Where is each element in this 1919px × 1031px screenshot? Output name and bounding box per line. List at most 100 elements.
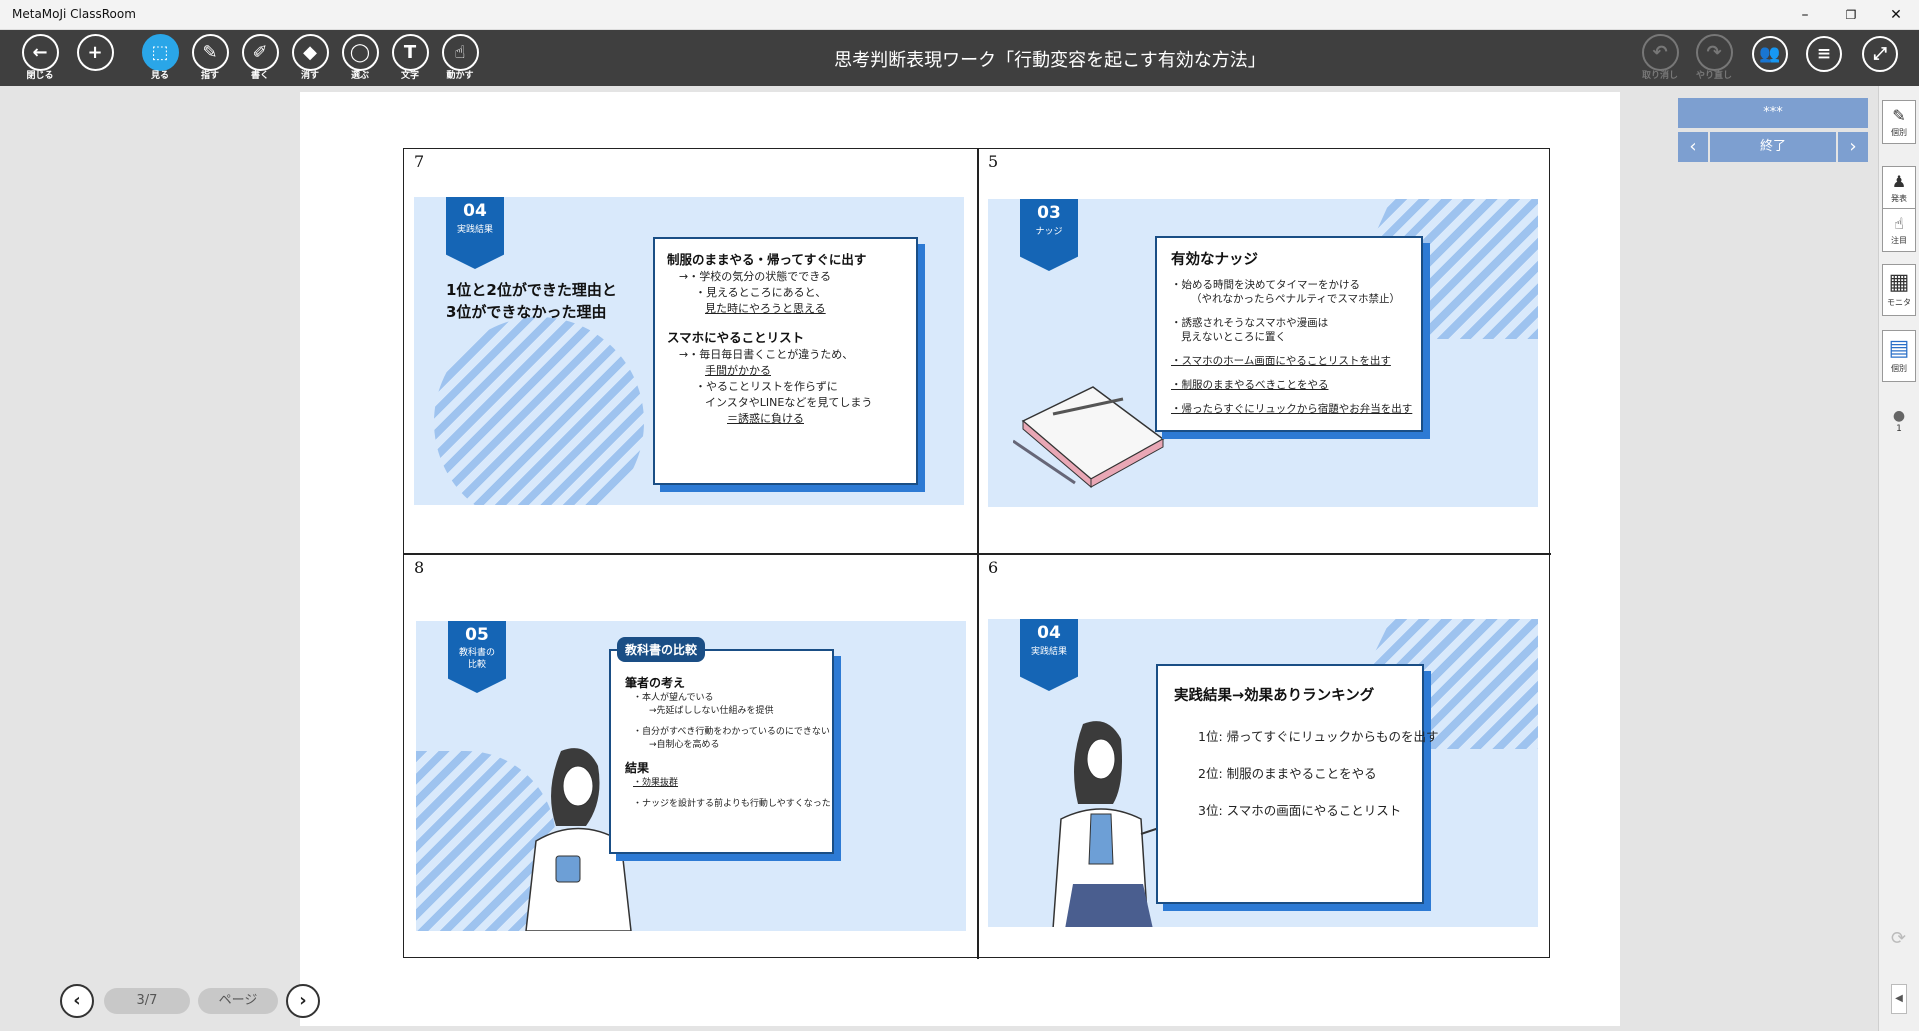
hand-icon: ☝ <box>1894 214 1904 233</box>
title-bar: MetaMoJi ClassRoom – ❐ ✕ <box>0 0 1919 30</box>
card-line: ・見えるところにあると、 <box>695 286 827 299</box>
point-tool-button[interactable]: ✎ 指す <box>186 34 234 82</box>
slide-cell-7[interactable]: 7 04 実践結果 1位と2位ができた理由と 3位ができなかった理由 制服のまま… <box>404 149 977 554</box>
slide-cell-6[interactable]: 6 04 実践結果 実践結果→効果ありランキング 1位: 帰ってすぐにリュックか… <box>978 555 1551 960</box>
card-heading: 実践結果→効果ありランキング <box>1174 688 1375 704</box>
card-heading: 筆者の考え <box>625 676 686 690</box>
expand-button[interactable]: ⤢ <box>1856 36 1904 84</box>
prev-page-button[interactable]: ‹ <box>60 984 94 1018</box>
app-title: MetaMoJi ClassRoom <box>12 7 136 21</box>
card-line: ・自分がすべき行動をわかっているのにできない <box>633 727 830 737</box>
text-label: 文字 <box>400 71 419 81</box>
right-side-strip: ✎ 個別 ♟ 発表 ☝ 注目 ▦ モニタ ▤ 個別 ● 1 ⟳ ◀ <box>1878 86 1919 1031</box>
participant-count-value: 1 <box>1896 424 1902 434</box>
individual-edit-button[interactable]: ✎ 個別 <box>1882 100 1916 144</box>
erase-tool-button[interactable]: ◆ 消す <box>286 34 334 82</box>
pen-icon: ✐ <box>241 34 279 71</box>
undo-label: 取り消し <box>1641 71 1678 81</box>
write-tool-button[interactable]: ✐ 書く <box>236 34 284 82</box>
card-tab-label: 教科書の比較 <box>617 637 706 662</box>
section-badge: 04 実践結果 <box>446 197 504 269</box>
page-navigation: ‹ 3/7 ページ › <box>0 980 330 1030</box>
next-page-button[interactable]: › <box>286 984 320 1018</box>
slide-cell-5[interactable]: 5 03 ナッジ 有効なナッジ ・始める時間を決めてタイマーをかける （やれなか… <box>978 149 1551 554</box>
section-badge: 03 ナッジ <box>1020 199 1078 271</box>
card-line: ・誘惑されそうなスマホや漫画は <box>1171 317 1329 329</box>
undo-button[interactable]: ↶ 取り消し <box>1636 34 1684 82</box>
slide-thumbnail: 03 ナッジ 有効なナッジ ・始める時間を決めてタイマーをかける （やれなかった… <box>988 199 1538 507</box>
document-title: 思考判断表現ワーク「行動変容を起こす有効な方法」 <box>834 50 1266 71</box>
workspace-background <box>0 86 300 1031</box>
strip-label: 個別 <box>1891 128 1907 137</box>
ranking-item: 3位: スマホの画面にやることリスト <box>1198 803 1402 818</box>
badge-number: 04 <box>1037 623 1061 643</box>
badge-number: 05 <box>465 625 489 645</box>
card-heading: 結果 <box>625 761 650 775</box>
pointer-pen-icon: ✎ <box>191 34 229 71</box>
card-heading: 有効なナッジ <box>1171 252 1258 268</box>
close-window-button[interactable]: ✕ <box>1873 0 1919 30</box>
participant-count[interactable]: ● 1 <box>1882 408 1916 434</box>
page-indicator[interactable]: 3/7 <box>104 988 190 1014</box>
ranking-item: 1位: 帰ってすぐにリュックからものを出す <box>1198 729 1439 744</box>
back-arrow-icon: ← <box>21 34 59 71</box>
grid-icon: ▦ <box>1888 270 1910 295</box>
presentation-button[interactable]: ♟ 発表 <box>1882 166 1916 210</box>
panel-prev-button[interactable]: ‹ <box>1678 132 1708 162</box>
card-line: ・始める時間を決めてタイマーをかける <box>1171 279 1360 291</box>
slide-cell-8[interactable]: 8 05 教科書の 比較 教科書の比較 筆者の考え ・本人が望んでいる →先延ば… <box>404 555 977 960</box>
badge-text: 実践結果 <box>456 225 493 235</box>
slide-thumbnail: 05 教科書の 比較 教科書の比較 筆者の考え ・本人が望んでいる →先延ばしし… <box>416 621 966 931</box>
sync-icon[interactable]: ⟳ <box>1891 928 1906 949</box>
select-tool-button[interactable]: ◯ 選ぶ <box>336 34 384 82</box>
card-line: →自制心を高める <box>649 740 720 750</box>
strip-label: 発表 <box>1891 194 1907 203</box>
text-tool-button[interactable]: T 文字 <box>386 34 434 82</box>
slide-heading: 1位と2位ができた理由と 3位ができなかった理由 <box>446 279 617 323</box>
end-button[interactable]: 終了 <box>1710 132 1836 162</box>
badge-text: 実践結果 <box>1030 647 1067 657</box>
select-label: 選ぶ <box>350 71 369 81</box>
menu-icon: ≡ <box>1806 36 1842 72</box>
monitor-button[interactable]: ▦ モニタ <box>1882 264 1916 316</box>
individual-layers-button[interactable]: ▤ 個別 <box>1882 330 1916 382</box>
card-line: （やれなかったらペナルティでスマホ禁止） <box>1191 293 1401 305</box>
close-button[interactable]: ← 閉じる <box>16 34 64 82</box>
view-tool-button[interactable]: ⬚ 見る <box>136 34 184 82</box>
card-line: ・スマホのホーム画面にやることリストを出す <box>1171 355 1391 367</box>
move-tool-button[interactable]: ☝ 動かす <box>436 34 484 82</box>
panel-next-button[interactable]: › <box>1838 132 1868 162</box>
card-line: ・やることリストを作らずに <box>695 380 838 393</box>
undo-icon: ↶ <box>1641 34 1679 71</box>
view-label: 見る <box>150 71 169 81</box>
card-line: 見えないところに置く <box>1181 331 1286 343</box>
page-list-button[interactable]: ページ <box>198 988 278 1014</box>
panel-title: *** <box>1678 98 1868 128</box>
card-line: ・効果抜群 <box>633 778 679 788</box>
collapse-panel-button[interactable]: ◀ <box>1891 984 1907 1014</box>
redo-button[interactable]: ↷ やり直し <box>1690 34 1738 82</box>
slide-number: 8 <box>414 558 425 577</box>
main-toolbar: ← 閉じる + ⬚ 見る ✎ 指す ✐ 書く ◆ 消す ◯ 選ぶ T 文字 ☝ … <box>0 30 1919 86</box>
badge-text: ナッジ <box>1035 227 1063 237</box>
slide-number: 6 <box>988 558 999 577</box>
card-line: ＝誘惑に負ける <box>727 412 804 425</box>
strip-label: モニタ <box>1887 298 1911 307</box>
attention-button[interactable]: ☝ 注目 <box>1882 208 1916 252</box>
minimize-button[interactable]: – <box>1782 0 1828 30</box>
card-line: 見た時にやろうと思える <box>705 302 826 315</box>
plus-icon: + <box>76 34 114 71</box>
strip-label: 注目 <box>1891 236 1907 245</box>
slide-heading-line: 1位と2位ができた理由と <box>446 281 617 299</box>
edit-icon: ✎ <box>1892 106 1906 125</box>
menu-button[interactable]: ≡ <box>1800 36 1848 84</box>
restore-button[interactable]: ❐ <box>1828 0 1874 30</box>
card-line: →・学校の気分の状態でできる <box>679 270 831 283</box>
badge-text: 教科書の <box>458 648 495 658</box>
slide-thumbnail: 04 実践結果 実践結果→効果ありランキング 1位: 帰ってすぐにリュックからも… <box>988 619 1538 927</box>
add-button[interactable]: + <box>71 34 119 82</box>
group-button[interactable]: 👥 <box>1746 36 1794 84</box>
card-line: 手間がかかる <box>705 364 771 377</box>
badge-number: 04 <box>463 201 487 221</box>
content-card: 教科書の比較 筆者の考え ・本人が望んでいる →先延ばししない仕組みを提供 ・自… <box>609 637 834 854</box>
